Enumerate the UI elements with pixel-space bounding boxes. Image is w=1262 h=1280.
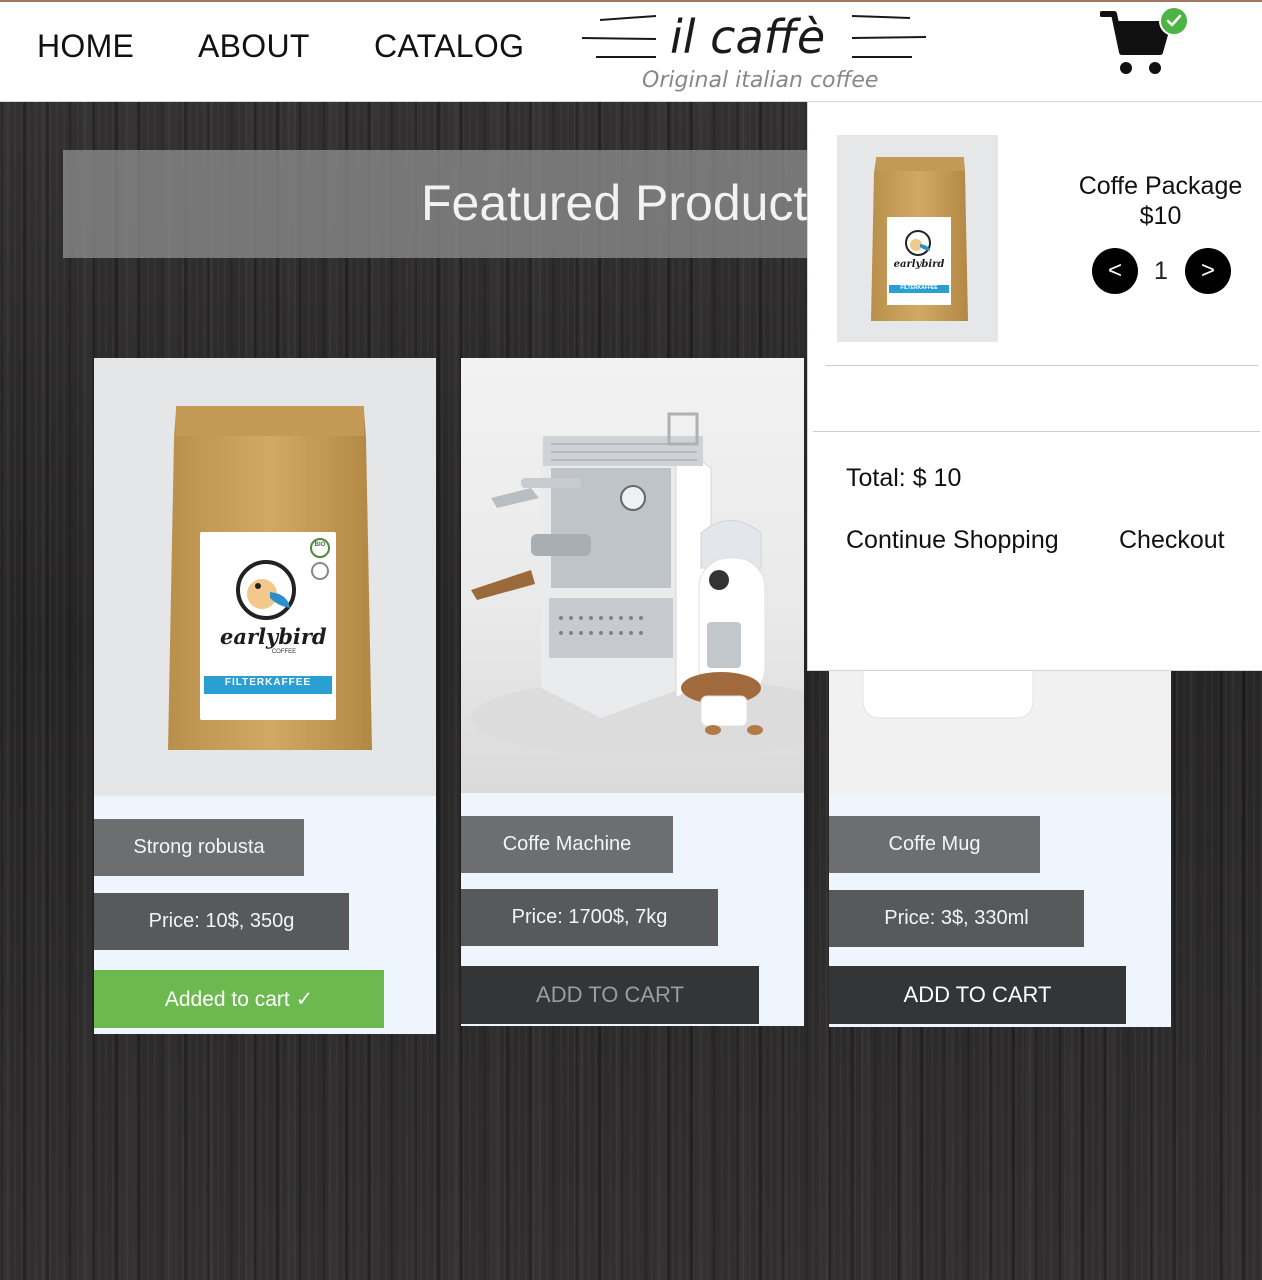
- cart-divider: [825, 365, 1258, 366]
- quantity-decrease-button[interactable]: <: [1092, 248, 1138, 294]
- site-logo[interactable]: il caffè Original italian coffee: [578, 6, 930, 100]
- cart-item-price: $10: [1139, 202, 1182, 230]
- logo-subtitle: Original italian coffee: [642, 68, 879, 93]
- nav-home-link[interactable]: HOME: [37, 28, 134, 65]
- product-card: Coffe Machine Price: 1700$, 7kg ADD TO C…: [461, 358, 804, 1026]
- coffee-bag-thumbnail: [871, 157, 968, 321]
- bag-brand-text: earlybird: [220, 624, 327, 649]
- continue-shopping-link[interactable]: Continue Shopping: [846, 526, 1059, 555]
- cart-divider: [813, 431, 1260, 432]
- cart-item-image: earlybird FILTERKAFFEE: [837, 135, 998, 342]
- added-to-cart-button[interactable]: Added to cart ✓: [94, 970, 384, 1028]
- espresso-machine-image: [471, 412, 804, 758]
- cart-item-name: Coffe Package: [1078, 172, 1243, 200]
- product-image-espresso-machine[interactable]: [461, 358, 804, 793]
- nav-about-link[interactable]: ABOUT: [198, 28, 310, 65]
- logo-title: il caffè: [670, 10, 826, 64]
- product-name-tag: Coffe Machine: [461, 816, 673, 873]
- cart-dropdown-panel: earlybird FILTERKAFFEE Coffe Package $10…: [807, 102, 1262, 671]
- product-price-tag: Price: 1700$, 7kg: [461, 889, 718, 946]
- bag-label-text: FILTERKAFFEE: [224, 677, 312, 688]
- site-header: HOME ABOUT CATALOG il caffè Original ita…: [0, 2, 1262, 102]
- featured-banner: Featured Products: [63, 150, 823, 258]
- check-icon: [1166, 14, 1182, 27]
- product-name-tag: Coffe Mug: [829, 816, 1040, 873]
- thumb-brand-text: earlybird: [893, 259, 945, 270]
- quantity-value: 1: [1154, 257, 1168, 285]
- thumb-label-text: FILTERKAFFEE: [900, 285, 938, 291]
- nav-catalog-link[interactable]: CATALOG: [374, 28, 524, 65]
- bag-brand-sub: COFFEE: [271, 649, 297, 655]
- product-image-coffee-bag[interactable]: earlybird COFFEE FILTERKAFFEE BIO: [94, 358, 436, 796]
- product-name-tag: Strong robusta: [94, 819, 304, 876]
- coffee-bag-image: [168, 406, 372, 750]
- product-price-tag: Price: 10$, 350g: [94, 893, 349, 950]
- quantity-increase-button[interactable]: >: [1185, 248, 1231, 294]
- product-card: earlybird COFFEE FILTERKAFFEE BIO Strong…: [94, 358, 436, 1034]
- add-to-cart-button[interactable]: ADD TO CART: [829, 966, 1126, 1024]
- product-price-tag: Price: 3$, 330ml: [829, 890, 1084, 947]
- featured-title: Featured Products: [421, 175, 823, 231]
- checkout-link[interactable]: Checkout: [1119, 526, 1225, 555]
- cart-total: Total: $ 10: [846, 464, 962, 492]
- add-to-cart-button[interactable]: ADD TO CART: [461, 966, 759, 1024]
- bio-badge-text: BIO: [314, 542, 326, 548]
- cart-status-badge: [1159, 6, 1189, 36]
